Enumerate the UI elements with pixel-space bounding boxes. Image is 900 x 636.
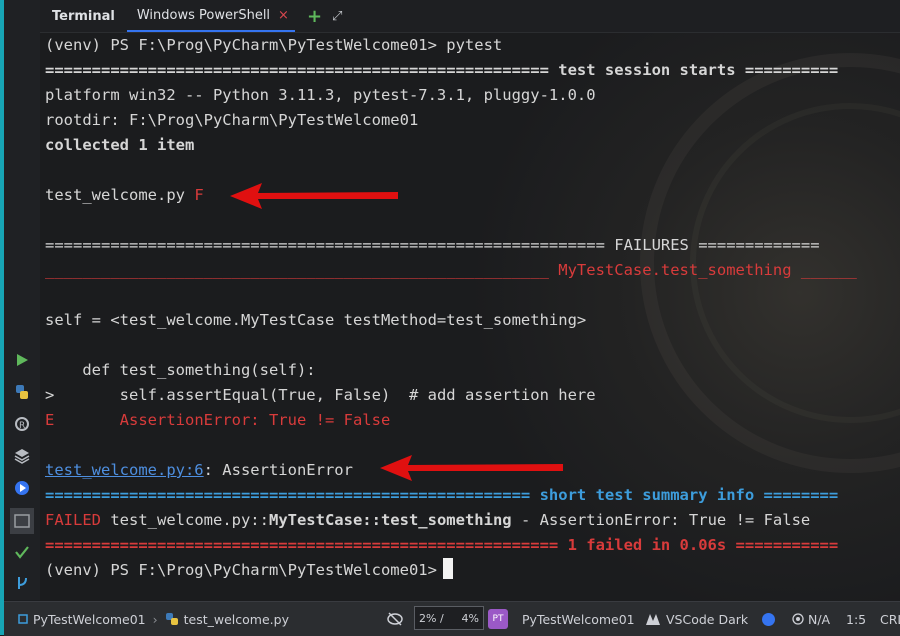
module-icon: [18, 614, 28, 624]
svg-text:R: R: [19, 421, 25, 431]
short-summary-header-line: ========================================…: [45, 486, 839, 504]
test-fail-mark: F: [194, 186, 204, 204]
test-result-line: test_welcome.py F: [45, 183, 204, 208]
breadcrumb-file[interactable]: test_welcome.py: [184, 612, 289, 627]
python-file-icon: [165, 613, 178, 625]
failure-name-line: ________________________________________…: [45, 261, 857, 279]
failures-header-line: ========================================…: [45, 236, 820, 254]
prompt-command-line: (venv) PS F:\Prog\PyCharm\PyTestWelcome0…: [45, 36, 503, 54]
text-cursor: [442, 558, 453, 579]
session-start-line: ========================================…: [45, 61, 839, 79]
file-location-link[interactable]: test_welcome.py:6: [45, 461, 204, 479]
error-location-rest: : AssertionError: [203, 461, 353, 479]
test-file-name: test_welcome.py: [45, 186, 195, 204]
failed-file: test_welcome.py::: [101, 511, 269, 529]
inspection-icon[interactable]: [386, 602, 404, 636]
project-avatar: PT: [488, 609, 508, 629]
services-icon[interactable]: [12, 478, 32, 498]
error-text: AssertionError: True != False: [54, 411, 391, 429]
r-console-icon[interactable]: R: [12, 414, 32, 434]
na-text: N/A: [808, 611, 831, 627]
status-bar: PyTestWelcome01 › test_welcome.py 2% / 4…: [4, 601, 900, 636]
terminal-tab-bar: Terminal Windows PowerShell × + ⤢: [40, 0, 900, 33]
tab-windows-powershell[interactable]: Windows PowerShell ×: [126, 0, 295, 32]
usage-right: 4%: [461, 611, 479, 625]
memory-usage-indicator[interactable]: 2% / 4%: [414, 606, 484, 630]
assert-line: > self.assertEqual(True, False) # add as…: [45, 383, 596, 408]
target-icon: [792, 613, 804, 625]
failed-label: FAILED: [45, 511, 101, 529]
terminal-output[interactable]: (venv) PS F:\Prog\PyCharm\PyTestWelcome0…: [40, 33, 900, 601]
rootdir-line: rootdir: F:\Prog\PyCharm\PyTestWelcome01: [45, 111, 419, 129]
error-marker: E: [45, 411, 55, 429]
layers-icon[interactable]: [12, 446, 32, 466]
close-icon[interactable]: ×: [278, 8, 289, 23]
failed-rest: - AssertionError: True != False: [511, 511, 811, 529]
collected-line: collected 1 item: [45, 136, 195, 154]
assert-code: self.assertEqual(True, False) # add asse…: [54, 386, 596, 404]
error-location-line: test_welcome.py:6: AssertionError: [45, 458, 353, 483]
python-console-icon[interactable]: [12, 382, 32, 402]
failed-test-name: MyTestCase::test_something: [268, 511, 512, 529]
interpreter-project[interactable]: PyTestWelcome01: [522, 602, 635, 636]
usage-left: 2% /: [419, 611, 444, 625]
final-prompt: (venv) PS F:\Prog\PyCharm\PyTestWelcome0…: [45, 561, 437, 579]
theme-icon: [646, 614, 660, 625]
terminal-title: Terminal: [52, 8, 115, 24]
error-line: E AssertionError: True != False: [45, 408, 390, 433]
left-tool-strip: R: [4, 0, 41, 600]
tab-label: Windows PowerShell: [136, 7, 271, 23]
git-branch-icon[interactable]: [12, 573, 32, 593]
annotation-arrow-icon: [230, 183, 398, 209]
line-ending[interactable]: CRL: [880, 602, 900, 636]
status-dot-icon: [762, 612, 775, 626]
final-summary-line: ========================================…: [45, 536, 839, 554]
run-icon[interactable]: [12, 350, 32, 370]
na-widget[interactable]: N/A: [792, 602, 830, 636]
breadcrumb-separator: ›: [152, 611, 158, 627]
caret-position[interactable]: 1:5: [846, 602, 866, 636]
terminal-tool-icon[interactable]: [10, 508, 34, 534]
status-dot[interactable]: [762, 602, 775, 636]
expand-icon[interactable]: ⤢: [332, 9, 342, 24]
problems-check-icon[interactable]: [12, 542, 32, 562]
add-tab-icon[interactable]: +: [307, 6, 322, 27]
def-line: def test_something(self):: [45, 361, 316, 379]
final-prompt-line: (venv) PS F:\Prog\PyCharm\PyTestWelcome0…: [45, 558, 453, 583]
assert-marker: >: [45, 386, 55, 404]
theme-widget[interactable]: VSCode Dark: [646, 602, 748, 636]
annotation-arrow-icon: [380, 455, 563, 481]
self-line: self = <test_welcome.MyTestCase testMeth…: [45, 311, 587, 329]
failed-summary-line: FAILED test_welcome.py::MyTestCase::test…: [45, 508, 810, 533]
breadcrumb-project[interactable]: PyTestWelcome01: [33, 612, 146, 627]
theme-name: VSCode Dark: [666, 611, 749, 627]
breadcrumb: PyTestWelcome01 › test_welcome.py: [18, 602, 289, 636]
platform-line: platform win32 -- Python 3.11.3, pytest-…: [45, 86, 596, 104]
project-badge[interactable]: PT: [488, 602, 508, 636]
